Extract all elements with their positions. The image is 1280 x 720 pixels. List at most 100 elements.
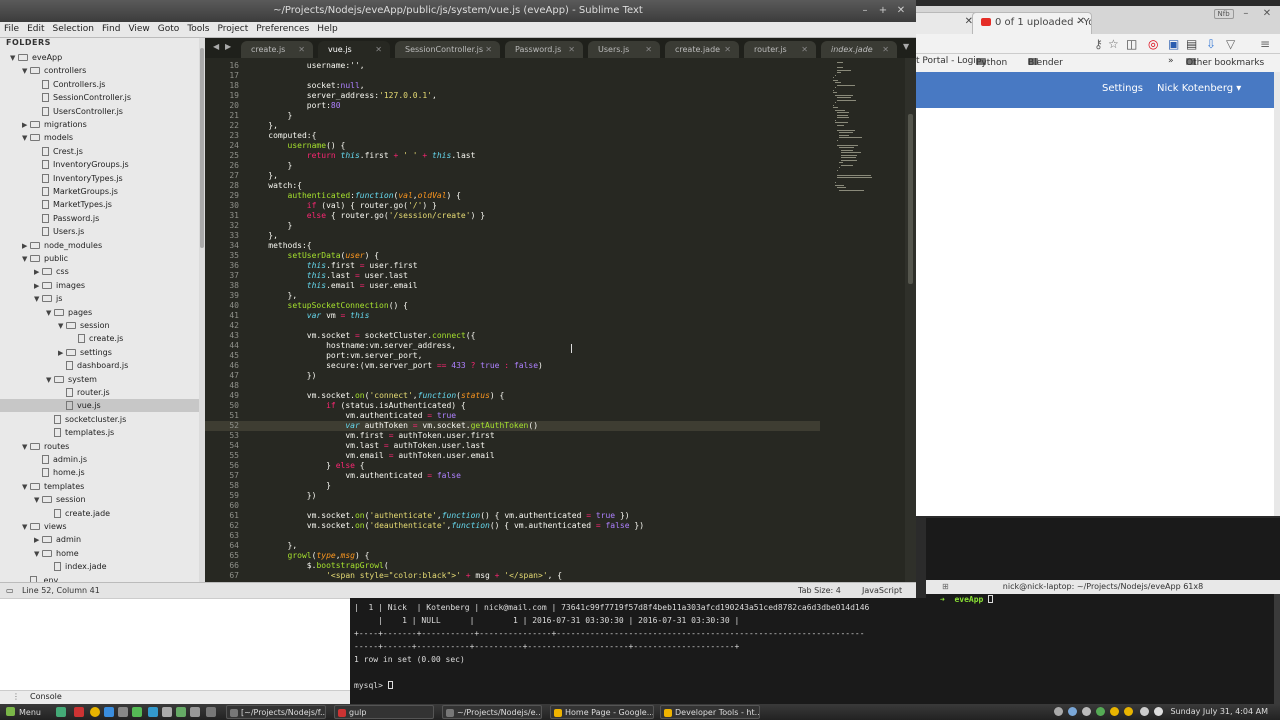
editor-tab[interactable]: create.js ✕ — [241, 41, 313, 58]
chevron-right-icon[interactable]: ▶ — [58, 347, 66, 360]
chevron-down-icon[interactable]: ▼ — [34, 494, 42, 507]
profile-button[interactable]: Nfb — [1213, 9, 1234, 19]
editor-tab[interactable]: create.jade ✕ — [665, 41, 739, 58]
chrome-icon[interactable] — [90, 707, 100, 717]
chevron-down-icon[interactable]: ▼ — [22, 441, 30, 454]
chrome-tray-icon[interactable] — [1124, 707, 1133, 716]
editor-tab[interactable]: vue.js ✕ — [318, 41, 390, 58]
browser-tab-youtube[interactable]: 0 of 1 uploaded - YouTu ✕ — [972, 12, 1092, 34]
chrome-tray-icon[interactable] — [1110, 707, 1119, 716]
star-icon[interactable]: ☆ — [1108, 37, 1119, 51]
editor-scrollbar[interactable] — [905, 58, 916, 582]
chevron-down-icon[interactable]: ▼ — [46, 307, 54, 320]
minimize-button[interactable]: – — [1237, 8, 1255, 19]
tree-file[interactable]: create.jade — [0, 507, 199, 520]
menu-icon[interactable]: ≡ — [1260, 37, 1270, 51]
tab-list-icon[interactable]: ▼ — [903, 42, 909, 51]
tree-folder[interactable]: ▼ eveApp — [0, 51, 199, 64]
close-button[interactable]: ✕ — [892, 0, 910, 22]
extension-icon[interactable]: ◫ — [1126, 37, 1137, 51]
tree-folder[interactable]: ▶ migrations — [0, 118, 199, 131]
tree-file[interactable]: MarketTypes.js — [0, 198, 199, 211]
shield-icon[interactable] — [1096, 707, 1105, 716]
tree-file[interactable]: create.js — [0, 332, 199, 345]
code-editor[interactable]: 16 17 18 19 20 21 22 23 24 25 26 27 28 29 30 31 32 33 34 35… — [205, 58, 916, 582]
extension-icon[interactable]: ▤ — [1186, 37, 1197, 51]
tree-folder[interactable]: ▼ routes — [0, 440, 199, 453]
chevron-down-icon[interactable]: ▼ — [34, 293, 42, 306]
tree-folder[interactable]: ▼ session — [0, 319, 199, 332]
tree-file[interactable]: Users.js — [0, 225, 199, 238]
close-icon[interactable]: ✕ — [298, 41, 305, 58]
editor-tab[interactable]: Password.js ✕ — [505, 41, 583, 58]
chevron-right-icon[interactable]: ▶ — [34, 280, 42, 293]
editor-tab[interactable]: Users.js ✕ — [588, 41, 660, 58]
desktop-icon[interactable] — [56, 707, 66, 717]
browser-scrollbar[interactable] — [1274, 72, 1280, 516]
editor-tab[interactable]: SessionController.js ✕ — [395, 41, 500, 58]
code-area[interactable]: username:'', socket:null, server_address… — [249, 58, 819, 582]
app-launcher-icon[interactable] — [118, 707, 128, 717]
tree-file[interactable]: UsersController.js — [0, 105, 199, 118]
user-menu[interactable]: Nick Kotenberg ▾ — [1157, 83, 1241, 94]
tree-folder[interactable]: ▼ system — [0, 373, 199, 386]
tree-folder[interactable]: ▼ pages — [0, 306, 199, 319]
menu-item-edit[interactable]: Edit — [23, 22, 48, 34]
app-launcher-icon[interactable] — [206, 707, 216, 717]
minimap[interactable] — [825, 58, 905, 198]
close-icon[interactable]: ✕ — [801, 41, 808, 58]
tree-folder[interactable]: ▼ public — [0, 252, 199, 265]
menu-item-find[interactable]: Find — [98, 22, 124, 34]
address-bar[interactable]: ⚷ ☆ ◫ ◎ ▣ ▤ ⇩ ▽ ≡ — [916, 34, 1280, 54]
tree-folder[interactable]: ▼ templates — [0, 480, 199, 493]
tree-file[interactable]: Crest.js — [0, 145, 199, 158]
tree-file[interactable]: dashboard.js — [0, 359, 199, 372]
panel-toggle-icon[interactable]: ▭ — [6, 583, 14, 598]
tab-next-icon[interactable]: ▶ — [225, 42, 231, 51]
start-menu-button[interactable]: Menu — [6, 707, 41, 717]
tree-folder[interactable]: ▶ images — [0, 279, 199, 292]
tree-folder[interactable]: ▼ home — [0, 547, 199, 560]
tree-file[interactable]: home.js — [0, 466, 199, 479]
chevron-right-icon[interactable]: ▶ — [22, 119, 30, 132]
chevron-down-icon[interactable]: ▼ — [58, 320, 66, 333]
maximize-button[interactable]: + — [874, 0, 892, 22]
scroll-thumb[interactable] — [200, 48, 204, 248]
tree-file[interactable]: vue.js — [0, 399, 199, 413]
tree-file[interactable]: admin.js — [0, 453, 199, 466]
tree-file[interactable]: router.js — [0, 386, 199, 399]
console-tab[interactable]: Console — [30, 692, 62, 701]
tree-folder[interactable]: ▼ models — [0, 131, 199, 144]
menu-item-project[interactable]: Project — [213, 22, 252, 34]
download-icon[interactable]: ⇩ — [1206, 37, 1216, 51]
tab-size[interactable]: Tab Size: 4 — [798, 583, 841, 598]
taskbar-task[interactable]: Home Page - Google... — [550, 705, 654, 719]
tree-folder[interactable]: ▼ js — [0, 292, 199, 305]
tree-file[interactable]: index.jade — [0, 560, 199, 573]
menu-item-goto[interactable]: Goto — [154, 22, 184, 34]
opera-icon[interactable]: ◎ — [1148, 37, 1158, 51]
tree-file[interactable]: Password.js — [0, 212, 199, 225]
minimize-button[interactable]: – — [856, 0, 874, 22]
tree-file[interactable]: Controllers.js — [0, 78, 199, 91]
tree-folder[interactable]: ▼ session — [0, 493, 199, 506]
chevron-down-icon[interactable]: ▼ — [10, 52, 18, 65]
app-launcher-icon[interactable] — [132, 707, 142, 717]
tree-folder[interactable]: ▶ admin — [0, 533, 199, 546]
chevron-down-icon[interactable]: ▼ — [34, 548, 42, 561]
app-launcher-icon[interactable] — [74, 707, 84, 717]
tree-folder[interactable]: ▶ css — [0, 265, 199, 278]
clock[interactable]: Sunday July 31, 4:04 AM — [1170, 707, 1268, 716]
app-launcher-icon[interactable] — [162, 707, 172, 717]
tree-file[interactable]: templates.js — [0, 426, 199, 439]
key-icon[interactable]: ⚷ — [1094, 37, 1103, 51]
taskbar-task[interactable]: [~/Projects/Nodejs/f... — [226, 705, 326, 719]
tree-folder[interactable]: ▼ controllers — [0, 64, 199, 77]
menu-item-help[interactable]: Help — [313, 22, 342, 34]
chevron-down-icon[interactable]: ▼ — [22, 253, 30, 266]
chevron-down-icon[interactable]: ▼ — [22, 481, 30, 494]
close-icon[interactable]: ✕ — [724, 41, 731, 58]
mysql-terminal[interactable]: | 1 | Nick | Kotenberg | nick@mail.com |… — [350, 598, 926, 704]
app-launcher-icon[interactable] — [148, 707, 158, 717]
close-icon[interactable]: ✕ — [375, 41, 382, 58]
